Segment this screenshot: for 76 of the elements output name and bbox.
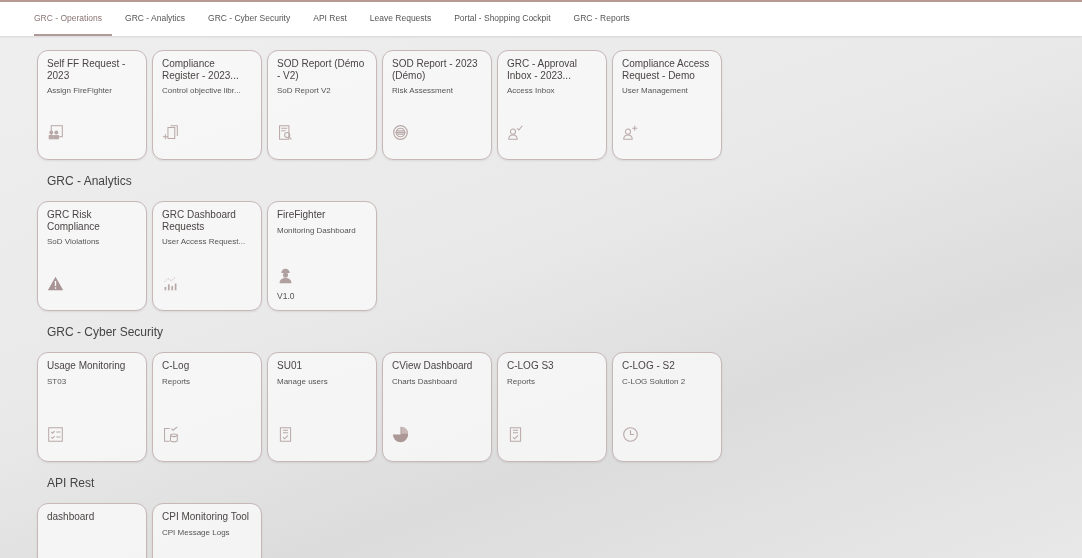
tile-subtitle: Risk Assessment <box>392 86 454 95</box>
tile-title: FireFighter <box>277 209 327 221</box>
tile-subtitle: C-LOG Solution 2 <box>622 376 687 386</box>
chart-icon <box>162 275 179 292</box>
tile-title: C-Log <box>162 360 191 372</box>
tab[interactable]: GRC - Operations <box>34 2 113 36</box>
app-tile[interactable]: SU01 Manage users <box>267 352 377 462</box>
tile-subtitle: Monitoring Dashboard <box>277 225 357 235</box>
tile-title: Compliance Register - 2023... <box>162 58 240 81</box>
tile-title: SOD Report (Démo - V2) <box>277 58 366 81</box>
tile-title: SOD Report - 2023 (Démo) <box>392 58 479 81</box>
warning-icon <box>47 275 64 292</box>
tile-title: GRC Dashboard Requests <box>162 209 237 232</box>
tile-subtitle: User Access Request... <box>162 237 247 246</box>
tile-subtitle: Access Inbox <box>507 86 556 95</box>
tile-title: SU01 <box>277 360 303 372</box>
worker-icon <box>277 267 294 284</box>
app-tile[interactable]: C-LOG S3 Reports <box>497 352 607 462</box>
tab[interactable]: GRC - Reports <box>563 2 640 36</box>
app-tile[interactable]: GRC - Approval Inbox - 2023... Access Inbox <box>497 50 607 160</box>
app-tile[interactable]: Compliance Access Request - Demo User Management <box>612 50 722 160</box>
tile-title: dashboard <box>47 511 96 523</box>
checklist-icon <box>47 426 64 443</box>
app-tile[interactable]: C-Log Reports <box>152 352 262 462</box>
people-board-icon <box>47 124 64 141</box>
tile-title: Self FF Request - 2023 <box>47 58 127 81</box>
person-add-icon <box>622 124 639 141</box>
app-tile[interactable]: dashboard <box>37 503 147 558</box>
tile-title: C-LOG S3 <box>507 360 555 372</box>
document-check-icon <box>507 426 524 443</box>
app-tile[interactable]: CPI Monitoring Tool CPI Message Logs <box>152 503 262 558</box>
tab[interactable]: API Rest <box>303 2 357 36</box>
tile-subtitle: SoD Violations <box>47 237 101 246</box>
tile-title: Usage Monitoring <box>47 360 127 372</box>
tile-subtitle: Reports <box>507 376 536 386</box>
tile-subtitle: User Management <box>622 86 689 95</box>
app-tile[interactable]: GRC Dashboard Requests User Access Request... <box>152 201 262 311</box>
app-tile[interactable]: Usage Monitoring ST03 <box>37 352 147 462</box>
tile-subtitle: Charts Dashboard <box>392 376 458 386</box>
tile-subtitle: Control objective libr... <box>162 86 242 95</box>
tile-title: Compliance Access Request - Demo <box>622 58 711 81</box>
pie-chart-icon <box>392 426 409 443</box>
tile-subtitle: ST03 <box>47 376 68 386</box>
group-title: GRC - Analytics <box>47 174 133 188</box>
group-title: GRC - Cyber Security <box>47 325 165 339</box>
tile-title: GRC - Approval Inbox - 2023... <box>507 58 579 81</box>
tab[interactable]: GRC - Cyber Security <box>198 2 301 36</box>
tile-footer: V1.0 <box>277 291 367 301</box>
tile-title: GRC Risk Compliance <box>47 209 101 232</box>
copy-add-icon <box>162 124 179 141</box>
tile-subtitle: SoD Report V2 <box>277 86 332 95</box>
document-check-icon <box>277 426 294 443</box>
document-database-icon <box>162 426 179 443</box>
tile-subtitle: Reports <box>162 376 191 386</box>
tile-subtitle: Manage users <box>277 376 329 386</box>
app-tile[interactable]: SOD Report (Démo - V2) SoD Report V2 <box>267 50 377 160</box>
tile-title: CView Dashboard <box>392 360 474 372</box>
tab[interactable]: GRC - Analytics <box>115 2 196 36</box>
tab[interactable]: Portal - Shopping Cockpit <box>444 2 561 36</box>
tile-subtitle: CPI Message Logs <box>162 527 231 537</box>
tile-subtitle: Assign FireFighter <box>47 86 113 95</box>
app-tile[interactable]: Self FF Request - 2023 Assign FireFighter <box>37 50 147 160</box>
clock-icon <box>622 426 639 443</box>
tile-title: CPI Monitoring Tool <box>162 511 251 523</box>
app-tile[interactable]: CView Dashboard Charts Dashboard <box>382 352 492 462</box>
app-tile[interactable]: FireFighter Monitoring Dashboard V1.0 <box>267 201 377 311</box>
target-icon <box>392 124 409 141</box>
app-tile[interactable]: GRC Risk Compliance SoD Violations <box>37 201 147 311</box>
person-check-icon <box>507 124 524 141</box>
document-search-icon <box>277 124 294 141</box>
tab[interactable]: Leave Requests <box>359 2 442 36</box>
app-tile[interactable]: SOD Report - 2023 (Démo) Risk Assessment <box>382 50 492 160</box>
group-title: API Rest <box>47 476 96 490</box>
app-tile[interactable]: C-LOG - S2 C-LOG Solution 2 <box>612 352 722 462</box>
tile-title: C-LOG - S2 <box>622 360 676 372</box>
app-tile[interactable]: Compliance Register - 2023... Control objective libr... <box>152 50 262 160</box>
